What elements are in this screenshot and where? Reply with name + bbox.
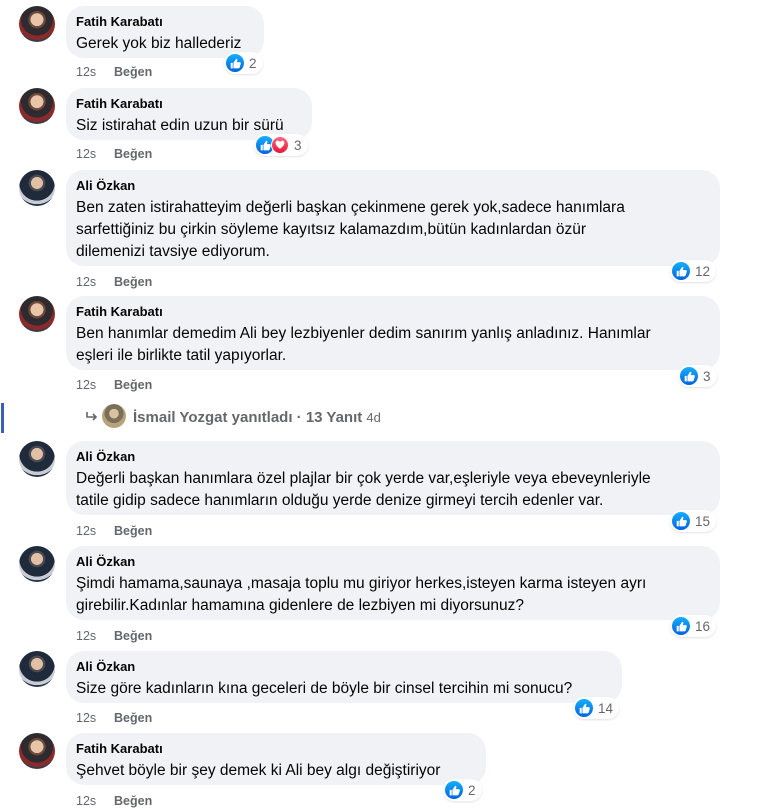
reaction-count: 16 bbox=[695, 618, 711, 634]
author-avatar[interactable] bbox=[19, 296, 55, 332]
like-reaction-icon bbox=[672, 617, 690, 635]
like-reaction-icon bbox=[445, 781, 463, 799]
comment-actions: 12s Beğen bbox=[76, 147, 152, 161]
comment-actions: 12s Beğen bbox=[76, 65, 152, 79]
comment-author[interactable]: Ali Özkan bbox=[76, 554, 708, 570]
like-button[interactable]: Beğen bbox=[114, 629, 152, 643]
comment-bubble: Fatih Karabatı Gerek yok biz hallederiz bbox=[66, 6, 264, 58]
comment-text-line: tatile gidip sadece hanımların olduğu ye… bbox=[76, 492, 604, 509]
comment-text-line: dilemenizi tavsiye ediyorum. bbox=[76, 243, 270, 260]
comment-text-line: Değerli başkan hanımlara özel plajlar bi… bbox=[76, 470, 651, 487]
comment-actions: 12s Beğen bbox=[76, 629, 152, 643]
reaction-count: 14 bbox=[598, 700, 614, 716]
author-avatar[interactable] bbox=[19, 733, 55, 769]
reaction-count: 2 bbox=[249, 55, 257, 71]
reaction-count: 3 bbox=[703, 368, 711, 384]
like-reaction-icon bbox=[575, 699, 593, 717]
comment-author[interactable]: Ali Özkan bbox=[76, 659, 610, 675]
comment-timestamp[interactable]: 12s bbox=[76, 794, 114, 808]
author-avatar[interactable] bbox=[19, 6, 55, 42]
comment-text-line: eşleri ile birlikte tatil yapıyorlar. bbox=[76, 347, 287, 364]
comment-timestamp[interactable]: 12s bbox=[76, 629, 114, 643]
reaction-summary[interactable]: 2 bbox=[443, 779, 482, 801]
reply-arrow-icon bbox=[86, 412, 98, 421]
reply-thread-text[interactable]: İsmail Yozgat yanıtladı · 13 Yanıt bbox=[133, 409, 362, 426]
love-reaction-icon bbox=[271, 136, 289, 154]
comment-timestamp[interactable]: 12s bbox=[76, 524, 114, 538]
reaction-summary[interactable]: 16 bbox=[670, 615, 717, 637]
reaction-count: 12 bbox=[695, 263, 711, 279]
comment-author[interactable]: Fatih Karabatı bbox=[76, 741, 474, 757]
reaction-count: 15 bbox=[695, 513, 711, 529]
like-button[interactable]: Beğen bbox=[114, 524, 152, 538]
author-avatar[interactable] bbox=[19, 88, 55, 124]
like-reaction-icon bbox=[672, 262, 690, 280]
like-reaction-icon bbox=[226, 54, 244, 72]
comment-actions: 12s Beğen bbox=[76, 378, 152, 392]
comment-timestamp[interactable]: 12s bbox=[76, 378, 114, 392]
reply-thread-link[interactable]: İsmail Yozgat yanıtladı · 13 Yanıt 4d bbox=[0, 403, 769, 433]
comment-actions: 12s Beğen bbox=[76, 524, 152, 538]
author-avatar[interactable] bbox=[19, 546, 55, 582]
reaction-summary[interactable]: 14 bbox=[573, 697, 620, 719]
reaction-summary[interactable]: 15 bbox=[670, 510, 717, 532]
comment-text-line: Size göre kadınların kına geceleri de bö… bbox=[76, 680, 573, 697]
comment-text-line: Gerek yok biz hallederiz bbox=[76, 35, 242, 52]
comment-actions: 12s Beğen bbox=[76, 794, 152, 808]
comment-actions: 12s Beğen bbox=[76, 711, 152, 725]
comment-author[interactable]: Fatih Karabatı bbox=[76, 304, 708, 320]
author-avatar[interactable] bbox=[19, 651, 55, 687]
comment-text-line: Ben hanımlar demedim Ali bey lezbiyenler… bbox=[76, 325, 651, 342]
reaction-summary[interactable]: 2 bbox=[224, 52, 263, 74]
comment-text-line: Şimdi hamama,saunaya ,masaja toplu mu gi… bbox=[76, 575, 647, 592]
reaction-count: 3 bbox=[294, 137, 302, 153]
thread-indicator-bar bbox=[1, 403, 4, 433]
like-button[interactable]: Beğen bbox=[114, 147, 152, 161]
reaction-count: 2 bbox=[468, 782, 476, 798]
like-button[interactable]: Beğen bbox=[114, 794, 152, 808]
comment-text-line: girebilir.Kadınlar hamamına gidenlere de… bbox=[76, 597, 525, 614]
like-reaction-icon bbox=[680, 367, 698, 385]
author-avatar[interactable] bbox=[19, 441, 55, 477]
reaction-summary[interactable]: 3 bbox=[678, 365, 717, 387]
like-button[interactable]: Beğen bbox=[114, 275, 152, 289]
comment-bubble: Ali Özkan Şimdi hamama,saunaya ,masaja to… bbox=[66, 546, 720, 620]
reaction-summary[interactable]: 3 bbox=[254, 134, 308, 156]
comment-timestamp[interactable]: 12s bbox=[76, 147, 114, 161]
replier-avatar[interactable] bbox=[102, 404, 126, 428]
comment-bubble: Ali Özkan Ben zaten istirahatteyim değerl… bbox=[66, 170, 720, 266]
comment-bubble: Fatih Karabatı Şehvet böyle bir şey demek… bbox=[66, 733, 486, 785]
author-avatar[interactable] bbox=[19, 170, 55, 206]
like-button[interactable]: Beğen bbox=[114, 65, 152, 79]
comment-bubble: Ali Özkan Size göre kadınların kına gecel… bbox=[66, 651, 622, 703]
reply-thread-age: 4d bbox=[366, 410, 381, 425]
comment-timestamp[interactable]: 12s bbox=[76, 65, 114, 79]
like-button[interactable]: Beğen bbox=[114, 378, 152, 392]
like-reaction-icon bbox=[672, 512, 690, 530]
reaction-summary[interactable]: 12 bbox=[670, 260, 717, 282]
comment-bubble: Ali Özkan Değerli başkan hanımlara özel p… bbox=[66, 441, 720, 515]
like-button[interactable]: Beğen bbox=[114, 711, 152, 725]
comment-bubble: Fatih Karabatı Ben hanımlar demedim Ali b… bbox=[66, 296, 720, 370]
comment-text-line: sarfettiğiniz bu çirkin söyleme kayıtsız… bbox=[76, 221, 587, 238]
comment-timestamp[interactable]: 12s bbox=[76, 275, 114, 289]
comment-author[interactable]: Ali Özkan bbox=[76, 449, 708, 465]
comment-author[interactable]: Fatih Karabatı bbox=[76, 96, 300, 112]
comment-text-line: Şehvet böyle bir şey demek ki Ali bey al… bbox=[76, 762, 441, 779]
comment-author[interactable]: Fatih Karabatı bbox=[76, 14, 252, 30]
comment-bubble: Fatih Karabatı Siz istirahat edin uzun bi… bbox=[66, 88, 312, 140]
comment-timestamp[interactable]: 12s bbox=[76, 711, 114, 725]
comment-author[interactable]: Ali Özkan bbox=[76, 178, 708, 194]
comment-actions: 12s Beğen bbox=[76, 275, 152, 289]
comment-text-line: Ben zaten istirahatteyim değerli başkan … bbox=[76, 199, 625, 216]
